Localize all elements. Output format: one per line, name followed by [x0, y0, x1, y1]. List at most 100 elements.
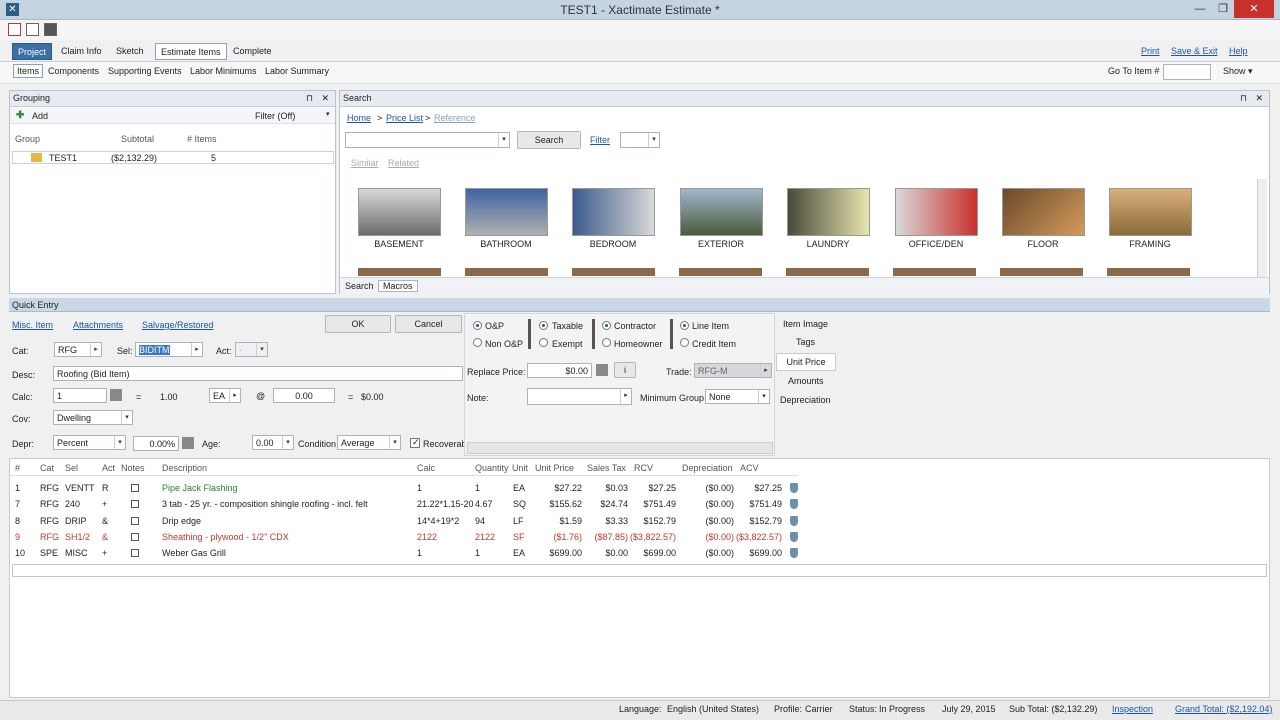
- notes-icon[interactable]: [131, 517, 139, 525]
- col-number[interactable]: #: [15, 463, 20, 473]
- col-notes[interactable]: Notes: [121, 463, 145, 473]
- table-row[interactable]: 8 RFG DRIP & Drip edge 14*4+19*2 94 LF $…: [10, 513, 798, 529]
- checklist-icon[interactable]: [8, 23, 21, 36]
- age-input[interactable]: 0.00 ▾: [252, 435, 294, 450]
- category-label[interactable]: BEDROOM: [568, 239, 658, 249]
- category-image-bedroom[interactable]: [572, 188, 655, 236]
- grand-total-link[interactable]: Grand Total: ($2,192.04): [1175, 704, 1272, 714]
- chevron-down-icon[interactable]: ▾: [326, 110, 330, 118]
- chevron-down-icon[interactable]: ▸: [229, 389, 240, 402]
- unit-select[interactable]: EA ▸: [209, 388, 241, 403]
- chevron-down-icon[interactable]: ▾: [121, 411, 132, 424]
- notes-icon[interactable]: [131, 484, 139, 492]
- table-row[interactable]: 9 RFG SH1/2 & Sheathing - plywood - 1/2"…: [10, 529, 798, 545]
- help-link[interactable]: Help: [1229, 46, 1248, 56]
- op-radio[interactable]: [473, 321, 482, 330]
- subtab-components[interactable]: Components: [48, 66, 99, 76]
- chevron-down-icon[interactable]: ▾: [648, 133, 659, 147]
- notes-icon[interactable]: [131, 533, 139, 541]
- credit-item-radio[interactable]: [680, 338, 689, 347]
- inspection-link[interactable]: Inspection: [1112, 704, 1153, 714]
- trade-select[interactable]: RFG-M ▸: [694, 363, 772, 378]
- copy-icon[interactable]: [26, 23, 39, 36]
- category-image-floor[interactable]: [1002, 188, 1085, 236]
- col-quantity[interactable]: Quantity: [475, 463, 509, 473]
- new-row-input[interactable]: [12, 564, 1267, 577]
- notes-icon[interactable]: [131, 549, 139, 557]
- category-image-office[interactable]: [895, 188, 978, 236]
- non-op-radio[interactable]: [473, 338, 482, 347]
- tab-amounts[interactable]: Amounts: [788, 376, 824, 386]
- replace-price-input[interactable]: $0.00: [527, 363, 592, 378]
- category-label[interactable]: FLOOR: [998, 239, 1088, 249]
- close-panel-icon[interactable]: ✕: [321, 93, 329, 104]
- col-unit[interactable]: Unit: [512, 463, 528, 473]
- ok-button[interactable]: OK: [325, 315, 391, 333]
- category-label[interactable]: EXTERIOR: [676, 239, 766, 249]
- breadcrumb-price-list[interactable]: Price List: [386, 113, 423, 123]
- show-dropdown[interactable]: Show ▾: [1223, 66, 1253, 77]
- salvage-link[interactable]: Salvage/Restored: [142, 320, 214, 330]
- tab-item-image[interactable]: Item Image: [783, 319, 828, 329]
- chevron-down-icon[interactable]: ▾: [256, 343, 267, 356]
- horizontal-scrollbar[interactable]: [467, 442, 773, 454]
- maximize-button[interactable]: ❐: [1210, 0, 1236, 18]
- col-act[interactable]: Act: [102, 463, 115, 473]
- col-description[interactable]: Description: [162, 463, 207, 473]
- shield-icon[interactable]: [790, 532, 798, 542]
- chevron-down-icon[interactable]: ▸: [760, 364, 771, 377]
- cat-select[interactable]: RFG ▸: [54, 342, 102, 357]
- desc-input[interactable]: Roofing (Bid Item): [53, 366, 463, 381]
- scrollbar[interactable]: [1257, 179, 1267, 279]
- info-button[interactable]: i: [614, 362, 636, 378]
- chevron-down-icon[interactable]: ▸: [191, 343, 202, 356]
- chevron-down-icon[interactable]: ▸: [620, 389, 631, 404]
- breadcrumb-reference[interactable]: Reference: [434, 113, 476, 123]
- col-sales-tax[interactable]: Sales Tax: [587, 463, 626, 473]
- calculator-icon[interactable]: [596, 364, 608, 376]
- category-image-bathroom[interactable]: [465, 188, 548, 236]
- category-image-laundry[interactable]: [787, 188, 870, 236]
- category-image-exterior[interactable]: [680, 188, 763, 236]
- min-group-select[interactable]: None ▾: [705, 389, 770, 404]
- col-acv[interactable]: ACV: [740, 463, 759, 473]
- shield-icon[interactable]: [790, 548, 798, 558]
- close-button[interactable]: ✕: [1234, 0, 1274, 18]
- col-sel[interactable]: Sel: [65, 463, 78, 473]
- sel-select[interactable]: BIDITM ▸: [135, 342, 203, 357]
- col-items[interactable]: # Items: [187, 134, 217, 144]
- tab-tags[interactable]: Tags: [796, 337, 815, 347]
- calculator-icon[interactable]: [182, 437, 194, 449]
- notes-icon[interactable]: [131, 500, 139, 508]
- subtab-supporting-events[interactable]: Supporting Events: [108, 66, 182, 76]
- tab-complete[interactable]: Complete: [228, 43, 277, 60]
- col-calc[interactable]: Calc: [417, 463, 435, 473]
- col-subtotal[interactable]: Subtotal: [121, 134, 154, 144]
- tab-claim-info[interactable]: Claim Info: [56, 43, 107, 60]
- add-icon[interactable]: ✚: [16, 110, 24, 121]
- table-row[interactable]: 1 RFG VENTT R Pipe Jack Flashing 1 1 EA …: [10, 480, 798, 496]
- chevron-down-icon[interactable]: ▾: [498, 133, 509, 147]
- category-image-framing[interactable]: [1109, 188, 1192, 236]
- tab-macros[interactable]: Macros: [378, 280, 418, 292]
- tab-depreciation[interactable]: Depreciation: [780, 395, 831, 405]
- pin-icon[interactable]: ⊓: [306, 93, 313, 104]
- print-link[interactable]: Print: [1141, 46, 1160, 56]
- subtab-items[interactable]: Items: [13, 64, 44, 78]
- tab-project[interactable]: Project: [12, 43, 53, 60]
- breadcrumb-home[interactable]: Home: [347, 113, 371, 123]
- chevron-down-icon[interactable]: ▾: [114, 436, 125, 449]
- subtab-labor-summary[interactable]: Labor Summary: [265, 66, 329, 76]
- shield-icon[interactable]: [790, 483, 798, 493]
- category-label[interactable]: FRAMING: [1105, 239, 1195, 249]
- category-label[interactable]: LAUNDRY: [783, 239, 873, 249]
- category-label[interactable]: BASEMENT: [354, 239, 444, 249]
- tab-search[interactable]: Search: [345, 281, 374, 291]
- col-group[interactable]: Group: [15, 134, 40, 144]
- col-cat[interactable]: Cat: [40, 463, 54, 473]
- group-row[interactable]: TEST1 ($2,132.29) 5: [12, 151, 334, 164]
- taxable-radio[interactable]: [539, 321, 548, 330]
- condition-select[interactable]: Average ▾: [337, 435, 401, 450]
- pin-icon[interactable]: ⊓: [1240, 93, 1247, 104]
- cancel-button[interactable]: Cancel: [395, 315, 462, 333]
